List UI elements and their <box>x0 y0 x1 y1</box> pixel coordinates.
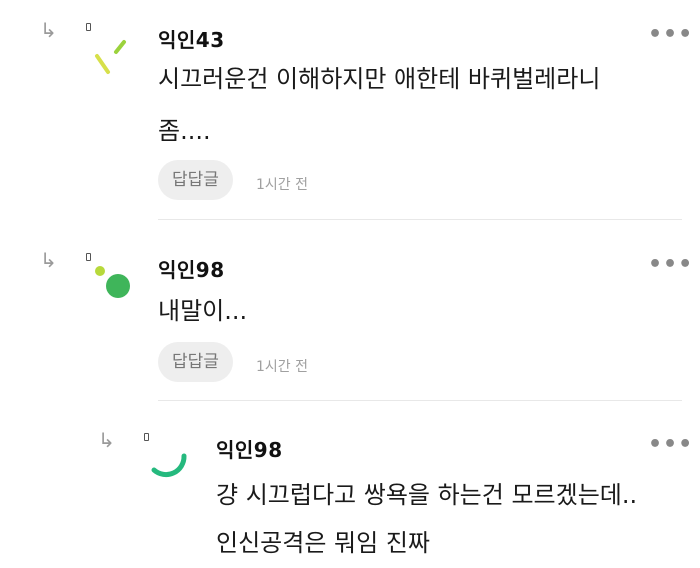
timestamp: 1시간 전 <box>256 177 308 193</box>
nickname[interactable]: 익인98 <box>158 254 225 283</box>
comment-item: ↳ 익인98 ••• 걍 시끄럽다고 쌍욕을 하는건 모르겠는데.. 인신공격은… <box>0 400 700 562</box>
comment-text-line: 인신공격은 뭐임 진짜 <box>216 529 430 557</box>
more-dots-icon[interactable]: ••• <box>648 434 693 456</box>
more-dots-icon[interactable]: ••• <box>648 254 693 276</box>
nickname[interactable]: 익인98 <box>216 434 283 463</box>
nickname[interactable]: 익인43 <box>158 24 225 53</box>
badge-icon <box>86 23 91 31</box>
comment-item: ↳ 익인98 ••• 내말이... 답답글 1시간 전 <box>0 220 700 401</box>
comment-text-line: 걍 시끄럽다고 쌍욕을 하는건 모르겠는데.. <box>216 481 638 509</box>
reply-arrow-icon: ↳ <box>40 248 57 272</box>
comment-text-line: 시끄러운건 이해하지만 애한테 바퀴벌레라니 <box>158 65 601 93</box>
comment-text-line: 내말이... <box>158 297 248 325</box>
timestamp: 1시간 전 <box>256 359 308 375</box>
reply-button[interactable]: 답답글 <box>158 342 233 382</box>
comment-text-line: 좀.... <box>158 117 211 145</box>
comment-item: ↳ 익인43 ••• 시끄러운건 이해하지만 애한테 바퀴벌레라니 좀.... … <box>0 0 700 220</box>
more-dots-icon[interactable]: ••• <box>648 24 693 46</box>
reply-arrow-icon: ↳ <box>98 428 115 452</box>
avatar <box>95 40 126 74</box>
avatar <box>151 453 187 478</box>
reply-button[interactable]: 답답글 <box>158 160 233 200</box>
avatar <box>95 266 130 298</box>
reply-arrow-icon: ↳ <box>40 18 57 42</box>
